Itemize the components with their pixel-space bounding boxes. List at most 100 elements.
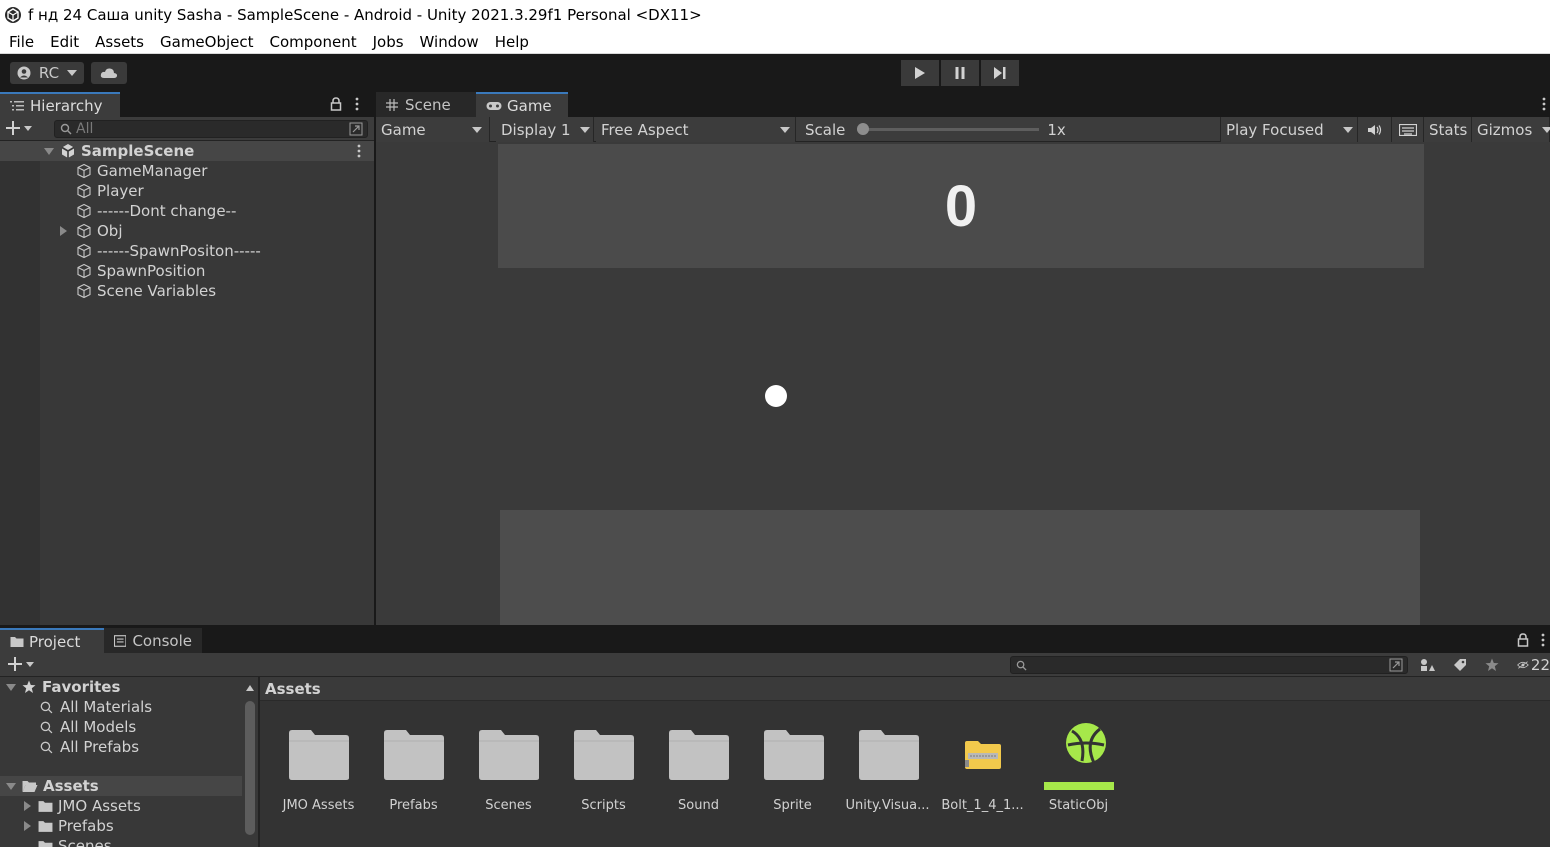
- gizmos-button[interactable]: Gizmos: [1472, 117, 1550, 142]
- game-tab-label: Game: [507, 96, 552, 115]
- menu-component[interactable]: Component: [262, 30, 365, 54]
- gizmos-label: Gizmos: [1477, 120, 1533, 139]
- step-button[interactable]: [981, 60, 1019, 86]
- hidden-packages-button[interactable]: 22: [1512, 653, 1550, 677]
- lock-icon[interactable]: [1517, 633, 1529, 647]
- folder-icon[interactable]: [289, 729, 349, 781]
- tab-game[interactable]: Game: [476, 92, 568, 117]
- asset-label[interactable]: StaticObj: [1031, 798, 1126, 813]
- menu-edit[interactable]: Edit: [42, 30, 87, 54]
- asset-label[interactable]: Sprite: [745, 798, 840, 813]
- scene-kebab-icon[interactable]: [356, 144, 362, 158]
- favorite-item[interactable]: All Prefabs: [40, 737, 139, 757]
- search-by-type-button[interactable]: [1412, 653, 1444, 677]
- scale-slider-thumb[interactable]: [857, 123, 870, 135]
- list-icon: [10, 100, 24, 110]
- foldout-closed-icon[interactable]: [24, 801, 31, 811]
- hierarchy-search[interactable]: All: [54, 120, 368, 138]
- hierarchy-item[interactable]: ------SpawnPositon-----: [76, 241, 261, 261]
- asset-tree-item[interactable]: JMO Assets: [24, 796, 141, 816]
- favorite-search-button[interactable]: [1476, 653, 1508, 677]
- project-search[interactable]: [1010, 656, 1408, 674]
- play-button[interactable]: [901, 60, 939, 86]
- project-create-dropdown[interactable]: [8, 657, 34, 671]
- menu-window[interactable]: Window: [412, 30, 487, 54]
- hierarchy-item[interactable]: Scene Variables: [76, 281, 216, 301]
- menu-help[interactable]: Help: [487, 30, 537, 54]
- favorite-item[interactable]: All Materials: [40, 697, 152, 717]
- favorites-row[interactable]: Favorites: [6, 677, 120, 697]
- menu-gameobject[interactable]: GameObject: [152, 30, 262, 54]
- tab-hierarchy[interactable]: Hierarchy: [0, 92, 120, 117]
- hierarchy-item[interactable]: ------Dont change--: [76, 201, 236, 221]
- package-icon[interactable]: [964, 740, 1002, 770]
- play-mode-dropdown[interactable]: Play Focused: [1220, 117, 1358, 142]
- menu-file[interactable]: File: [0, 30, 42, 54]
- foldout-closed-icon[interactable]: [60, 226, 67, 236]
- tree-scrollbar-thumb[interactable]: [245, 701, 255, 835]
- tree-scrollbar[interactable]: [244, 681, 256, 847]
- asset-tree-item[interactable]: Prefabs: [24, 816, 114, 836]
- assets-root-row[interactable]: Assets: [0, 776, 242, 796]
- folder-icon[interactable]: [384, 729, 444, 781]
- tab-console[interactable]: Console: [104, 628, 202, 653]
- search-by-label-button[interactable]: [1444, 653, 1476, 677]
- gameobject-cube-icon: [77, 243, 91, 259]
- asset-label[interactable]: Prefabs: [366, 798, 461, 813]
- pause-button[interactable]: [941, 60, 979, 86]
- tab-scene[interactable]: Scene: [376, 92, 476, 117]
- hierarchy-toolbar: All: [0, 117, 374, 141]
- game-mode-dropdown[interactable]: Game: [376, 117, 490, 142]
- asset-tree-item[interactable]: Scenes: [38, 836, 112, 847]
- asset-label[interactable]: Bolt_1_4_1...: [935, 798, 1030, 813]
- scroll-up-icon[interactable]: [246, 685, 254, 691]
- hierarchy-item[interactable]: GameManager: [76, 161, 207, 181]
- folder-icon[interactable]: [574, 729, 634, 781]
- chevron-down-icon: [1343, 127, 1353, 133]
- create-dropdown[interactable]: [6, 121, 32, 135]
- asset-label[interactable]: Scenes: [461, 798, 556, 813]
- tab-project[interactable]: Project: [0, 628, 104, 653]
- cloud-button[interactable]: [91, 62, 127, 84]
- search-popout-icon[interactable]: [1389, 658, 1403, 672]
- aspect-dropdown[interactable]: Free Aspect: [596, 117, 796, 142]
- folder-icon[interactable]: [669, 729, 729, 781]
- lock-icon[interactable]: [330, 97, 342, 111]
- scale-slider[interactable]: [857, 123, 1040, 135]
- chevron-down-icon: [472, 127, 482, 133]
- search-icon: [40, 741, 53, 753]
- grid-icon: [386, 98, 398, 111]
- kebab-menu-icon[interactable]: [354, 97, 360, 111]
- menu-assets[interactable]: Assets: [87, 30, 152, 54]
- asset-label[interactable]: Unity.Visua...: [840, 798, 935, 813]
- asset-label[interactable]: Sound: [651, 798, 746, 813]
- mute-audio-button[interactable]: [1358, 117, 1392, 142]
- display-dropdown[interactable]: Display 1: [496, 117, 594, 142]
- breadcrumb-assets[interactable]: Assets: [265, 680, 321, 698]
- hierarchy-item[interactable]: Player: [76, 181, 144, 201]
- game-view[interactable]: 0: [376, 142, 1550, 625]
- foldout-closed-icon[interactable]: [24, 821, 31, 831]
- favorite-item[interactable]: All Models: [40, 717, 136, 737]
- asset-label[interactable]: Scripts: [556, 798, 651, 813]
- folder-icon: [38, 800, 53, 812]
- asset-label[interactable]: JMO Assets: [271, 798, 366, 813]
- view-kebab-icon[interactable]: [1541, 97, 1547, 111]
- search-popout-icon[interactable]: [349, 122, 363, 136]
- shortcuts-button[interactable]: [1392, 117, 1424, 142]
- window-titlebar: f нд 24 Саша unity Sasha - SampleScene -…: [0, 0, 1550, 30]
- folder-icon[interactable]: [859, 729, 919, 781]
- hierarchy-item[interactable]: Obj: [60, 221, 123, 241]
- hierarchy-item[interactable]: SpawnPosition: [76, 261, 205, 281]
- scene-row[interactable]: SampleScene: [0, 141, 374, 161]
- stats-button[interactable]: Stats: [1424, 117, 1472, 142]
- menu-jobs[interactable]: Jobs: [365, 30, 412, 54]
- account-dropdown[interactable]: RC: [10, 62, 84, 84]
- hierarchy-gutter: [0, 141, 40, 625]
- gameobject-cube-icon: [77, 183, 91, 199]
- static-obj-sprite-icon[interactable]: [1064, 721, 1108, 765]
- kebab-menu-icon[interactable]: [1540, 633, 1546, 647]
- folder-icon[interactable]: [764, 729, 824, 781]
- folder-icon[interactable]: [479, 729, 539, 781]
- scale-label: Scale: [805, 120, 846, 139]
